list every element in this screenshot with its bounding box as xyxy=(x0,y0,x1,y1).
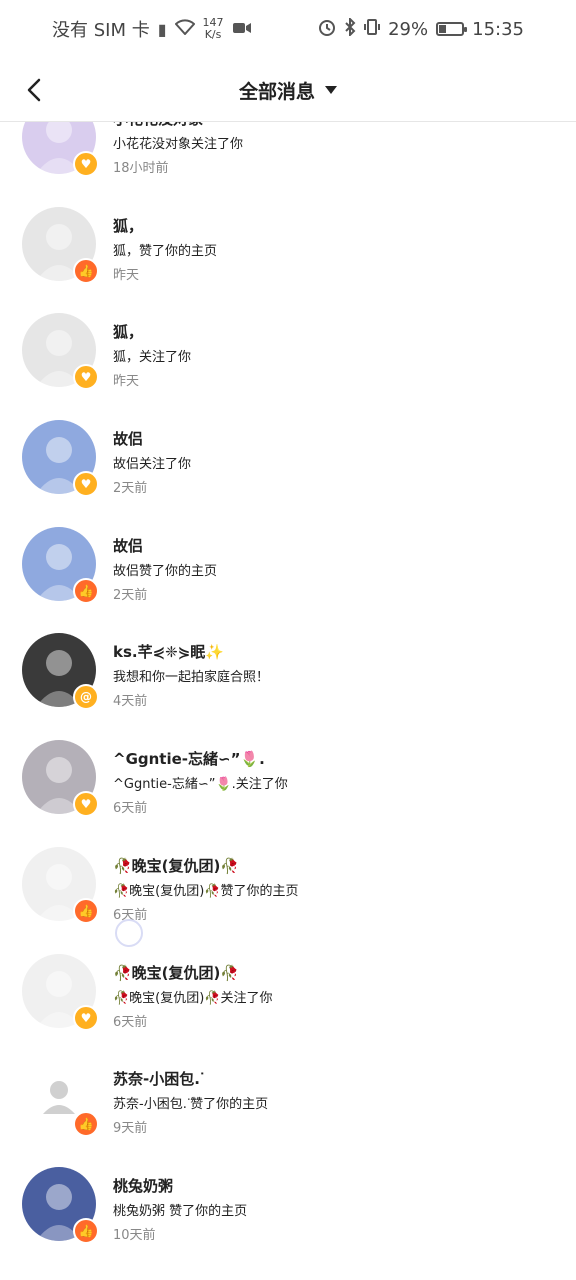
sender-name: 小花花没对象 xyxy=(113,122,203,129)
message-time: 2天前 xyxy=(113,587,148,603)
message-text: 桃兔奶粥 赞了你的主页 xyxy=(113,1203,248,1219)
bluetooth-icon xyxy=(344,16,356,40)
message-text: ^Ggntie-忘緒∽”🌷.关注了你 xyxy=(113,777,288,793)
message-item[interactable]: 👍 故侣故侣赞了你的主页 2天前 xyxy=(0,517,576,624)
sender-name: 狐， xyxy=(113,323,144,342)
message-list[interactable]: ♥ 小花花没对象小花花没对象关注了你 18小时前 👍 狐， 狐，赞了你的主页昨天 ♥ 狐， 狐，… xyxy=(0,122,576,1280)
message-text: 我想和你一起拍家庭合照！ xyxy=(113,670,270,686)
sender-name: 故侣 xyxy=(113,430,144,449)
message-time: 6天前 xyxy=(113,801,148,817)
at-icon: @ xyxy=(73,684,99,711)
message-item[interactable]: ♥ ^Ggntie-忘緒∽”🌷. ^Ggntie-忘緒∽”🌷.关注了你 6天前 xyxy=(0,730,576,837)
message-text: 狐，关注了你 xyxy=(113,350,192,366)
message-time: 4天前 xyxy=(113,694,148,710)
clock: 15:35 xyxy=(472,18,524,40)
message-time: 9天前 xyxy=(113,1121,148,1137)
loading-spinner xyxy=(115,919,143,947)
message-text: 苏奈-小困包.ᐝ赞了你的主页 xyxy=(113,1097,269,1113)
status-left: 没有 SIM 卡 ▮ 147 K/s xyxy=(52,16,252,42)
wifi-icon xyxy=(174,19,195,39)
thumbs-up-icon: 👍 xyxy=(73,1217,99,1244)
message-item[interactable]: ♥ 狐， 狐，关注了你 昨天 xyxy=(0,303,576,410)
message-time: 18小时前 xyxy=(113,161,169,176)
status-bar: 没有 SIM 卡 ▮ 147 K/s 29% 15:35 xyxy=(0,0,576,58)
message-item[interactable]: @ ks.芊⋞❈⋟眠✨ 我想和你一起拍家庭合照！ 4天前 xyxy=(0,623,576,730)
message-item[interactable]: 👍 桃兔奶粥桃兔奶粥 赞了你的主页 10天前 xyxy=(0,1157,576,1264)
battery-percent: 29% xyxy=(388,18,429,40)
video-icon xyxy=(232,20,252,39)
battery-icon xyxy=(436,22,468,36)
sender-name: 狐， xyxy=(113,216,144,235)
heart-icon: ♥ xyxy=(73,791,99,818)
heart-icon: ♥ xyxy=(73,1004,99,1031)
message-time: 6天前 xyxy=(113,1014,148,1030)
heart-icon: ♥ xyxy=(73,471,99,498)
vibrate-icon xyxy=(364,18,381,40)
message-text: 狐，赞了你的主页 xyxy=(113,243,218,259)
message-item[interactable]: 👍 狐， 狐，赞了你的主页 昨天 xyxy=(0,197,576,304)
message-time: 昨天 xyxy=(113,267,140,283)
sender-name: ^Ggntie-忘緒∽”🌷. xyxy=(113,750,265,769)
sender-name: 故侣 xyxy=(113,536,144,555)
thumbs-up-icon: 👍 xyxy=(73,897,99,924)
caret-down-icon xyxy=(325,86,337,94)
net-speed-unit: K/s xyxy=(204,28,222,41)
message-time: 昨天 xyxy=(113,374,140,390)
message-item[interactable]: 👍 苏奈-小困包.ᐝ 苏奈-小困包.ᐝ赞了你的主页 9天前 xyxy=(0,1050,576,1157)
top-nav-bar: 全部消息 xyxy=(0,58,576,122)
sender-name: 桃兔奶粥 xyxy=(113,1176,174,1195)
thumbs-up-icon: 👍 xyxy=(73,577,99,604)
thumbs-up-icon: 👍 xyxy=(73,1111,99,1138)
sender-name: ks.芊⋞❈⋟眠✨ xyxy=(113,643,224,662)
net-speed: 147 K/s xyxy=(203,17,224,41)
message-text: 故侣赞了你的主页 xyxy=(113,563,218,579)
message-text: 🥀晚宝(复仇团)🥀赞了你的主页 xyxy=(113,883,299,899)
sim-alert-icon: ▮ xyxy=(157,19,167,39)
message-text: 小花花没对象关注了你 xyxy=(113,137,244,152)
carrier-text: 没有 SIM 卡 xyxy=(52,20,150,41)
alarm-icon xyxy=(318,18,336,40)
message-item[interactable]: 👍 🥀晚宝(复仇团)🥀 🥀晚宝(复仇团)🥀赞了你的主页 6天前 xyxy=(0,837,576,944)
message-filter-dropdown[interactable]: 全部消息 xyxy=(0,58,576,122)
sender-name: 🥀晚宝(复仇团)🥀 xyxy=(113,963,240,982)
message-item[interactable]: ♥ 小花花没对象小花花没对象关注了你 18小时前 xyxy=(0,122,576,197)
heart-icon: ♥ xyxy=(73,151,99,177)
status-right: 29% 15:35 xyxy=(318,16,524,40)
message-time: 2天前 xyxy=(113,481,148,497)
message-item[interactable]: ♥ 🥀晚宝(复仇团)🥀 🥀晚宝(复仇团)🥀关注了你 6天前 xyxy=(0,944,576,1051)
message-item[interactable]: ♥ 故侣故侣关注了你 2天前 xyxy=(0,410,576,517)
sender-name: 🥀晚宝(复仇团)🥀 xyxy=(113,856,240,875)
message-time: 10天前 xyxy=(113,1227,156,1243)
page-title: 全部消息 xyxy=(238,80,315,103)
message-text: 🥀晚宝(复仇团)🥀关注了你 xyxy=(113,990,273,1006)
sender-name: 苏奈-小困包.ᐝ xyxy=(113,1070,205,1089)
message-list-inner: ♥ 小花花没对象小花花没对象关注了你 18小时前 👍 狐， 狐，赞了你的主页昨天 ♥ 狐， 狐，… xyxy=(0,122,576,1264)
heart-icon: ♥ xyxy=(73,364,99,391)
message-text: 故侣关注了你 xyxy=(113,457,192,473)
thumbs-up-icon: 👍 xyxy=(73,257,99,284)
